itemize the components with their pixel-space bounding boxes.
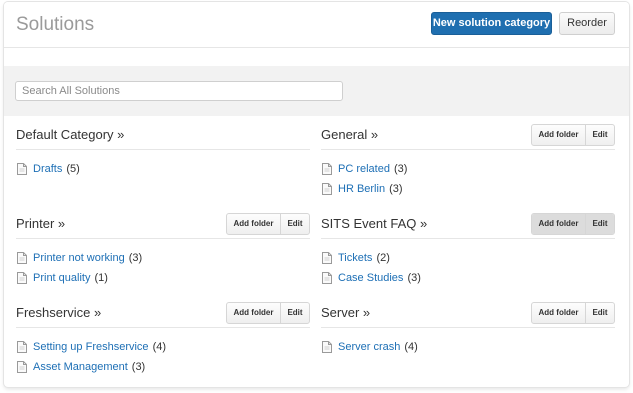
edit-button[interactable]: Edit xyxy=(586,214,614,234)
search-bar xyxy=(4,66,629,116)
category-server: Server » Add folder Edit Server crash (4) xyxy=(321,302,615,357)
document-icon xyxy=(322,272,332,284)
edit-button[interactable]: Edit xyxy=(281,303,309,323)
folder-count: (3) xyxy=(407,272,421,284)
folder-count: (2) xyxy=(376,252,390,264)
edit-button[interactable]: Edit xyxy=(281,214,309,234)
category-actions: Add folder Edit xyxy=(226,213,310,235)
new-solution-category-button[interactable]: New solution category xyxy=(431,12,552,35)
category-title[interactable]: SITS Event FAQ » xyxy=(321,216,427,231)
folder-list: Tickets (2) Case Studies (3) xyxy=(321,239,615,288)
document-icon xyxy=(322,341,332,353)
page-title: Solutions xyxy=(16,14,95,35)
search-input[interactable] xyxy=(15,81,343,101)
document-icon xyxy=(322,183,332,195)
add-folder-button[interactable]: Add folder xyxy=(532,125,586,145)
document-icon xyxy=(17,252,27,264)
folder-count: (3) xyxy=(128,252,143,264)
folder-item: Print quality (1) xyxy=(16,268,310,288)
category-header: General » Add folder Edit xyxy=(321,124,615,150)
page-header: Solutions New solution category Reorder xyxy=(4,2,629,48)
folder-link[interactable]: Print quality xyxy=(33,272,90,284)
add-folder-button[interactable]: Add folder xyxy=(227,214,281,234)
category-freshservice: Freshservice » Add folder Edit Setting up F… xyxy=(16,302,310,377)
folder-link[interactable]: Printer not working xyxy=(33,252,125,264)
reorder-button[interactable]: Reorder xyxy=(559,12,615,35)
category-title[interactable]: Freshservice » xyxy=(16,305,101,320)
folder-count: (5) xyxy=(66,163,80,175)
category-actions: Add folder Edit xyxy=(531,124,615,146)
folder-count: (3) xyxy=(389,183,403,195)
folder-item: Drafts (5) xyxy=(16,159,310,179)
document-icon xyxy=(322,252,332,264)
add-folder-button[interactable]: Add folder xyxy=(532,303,586,323)
category-header: SITS Event FAQ » Add folder Edit xyxy=(321,213,615,239)
folder-list: Printer not working (3) Print quality (1) xyxy=(16,239,310,288)
category-header: Default Category » xyxy=(16,124,310,150)
document-icon xyxy=(322,163,332,175)
folder-count: (3) xyxy=(131,361,146,373)
folder-count: (1) xyxy=(94,272,108,284)
folder-link[interactable]: Setting up Freshservice xyxy=(33,341,149,353)
folder-count: (4) xyxy=(152,341,167,353)
folder-count: (3) xyxy=(393,163,408,175)
folder-link[interactable]: PC related xyxy=(338,163,390,175)
folder-count: (4) xyxy=(404,341,418,353)
document-icon xyxy=(17,163,27,175)
folder-list: PC related (3) HR Berlin (3) xyxy=(321,150,615,199)
document-icon xyxy=(17,341,27,353)
category-actions: Add folder Edit xyxy=(226,302,310,324)
add-folder-button[interactable]: Add folder xyxy=(227,303,281,323)
category-title[interactable]: Default Category » xyxy=(16,127,124,142)
category-sits-event-faq: SITS Event FAQ » Add folder Edit Tickets (2)… xyxy=(321,213,615,288)
folder-link[interactable]: Tickets xyxy=(338,252,372,264)
category-actions: Add folder Edit xyxy=(531,213,615,235)
folder-link[interactable]: Asset Management xyxy=(33,361,128,373)
folder-item: Tickets (2) xyxy=(321,248,615,268)
folder-item: PC related (3) xyxy=(321,159,615,179)
folder-link[interactable]: Drafts xyxy=(33,163,62,175)
folder-item: Case Studies (3) xyxy=(321,268,615,288)
folder-item: HR Berlin (3) xyxy=(321,179,615,199)
category-header: Server » Add folder Edit xyxy=(321,302,615,328)
category-actions: Add folder Edit xyxy=(531,302,615,324)
folder-list: Setting up Freshservice (4) Asset Manageme… xyxy=(16,328,310,377)
solutions-panel: Solutions New solution category Reorder … xyxy=(4,2,629,387)
folder-item: Asset Management (3) xyxy=(16,357,310,377)
category-header: Printer » Add folder Edit xyxy=(16,213,310,239)
document-icon xyxy=(17,361,27,373)
add-folder-button[interactable]: Add folder xyxy=(532,214,586,234)
category-printer: Printer » Add folder Edit Printer not worki… xyxy=(16,213,310,288)
category-header: Freshservice » Add folder Edit xyxy=(16,302,310,328)
folder-item: Server crash (4) xyxy=(321,337,615,357)
folder-link[interactable]: HR Berlin xyxy=(338,183,385,195)
edit-button[interactable]: Edit xyxy=(586,125,614,145)
folder-link[interactable]: Case Studies xyxy=(338,272,403,284)
category-title[interactable]: General » xyxy=(321,127,378,142)
document-icon xyxy=(17,272,27,284)
folder-item: Printer not working (3) xyxy=(16,248,310,268)
category-default: Default Category » Drafts (5) xyxy=(16,124,310,179)
category-title[interactable]: Server » xyxy=(321,305,370,320)
folder-item: Setting up Freshservice (4) xyxy=(16,337,310,357)
category-title[interactable]: Printer » xyxy=(16,216,65,231)
edit-button[interactable]: Edit xyxy=(586,303,614,323)
folder-list: Server crash (4) xyxy=(321,328,615,357)
category-general: General » Add folder Edit PC related (3) HR B… xyxy=(321,124,615,199)
folder-list: Drafts (5) xyxy=(16,150,310,179)
folder-link[interactable]: Server crash xyxy=(338,341,400,353)
